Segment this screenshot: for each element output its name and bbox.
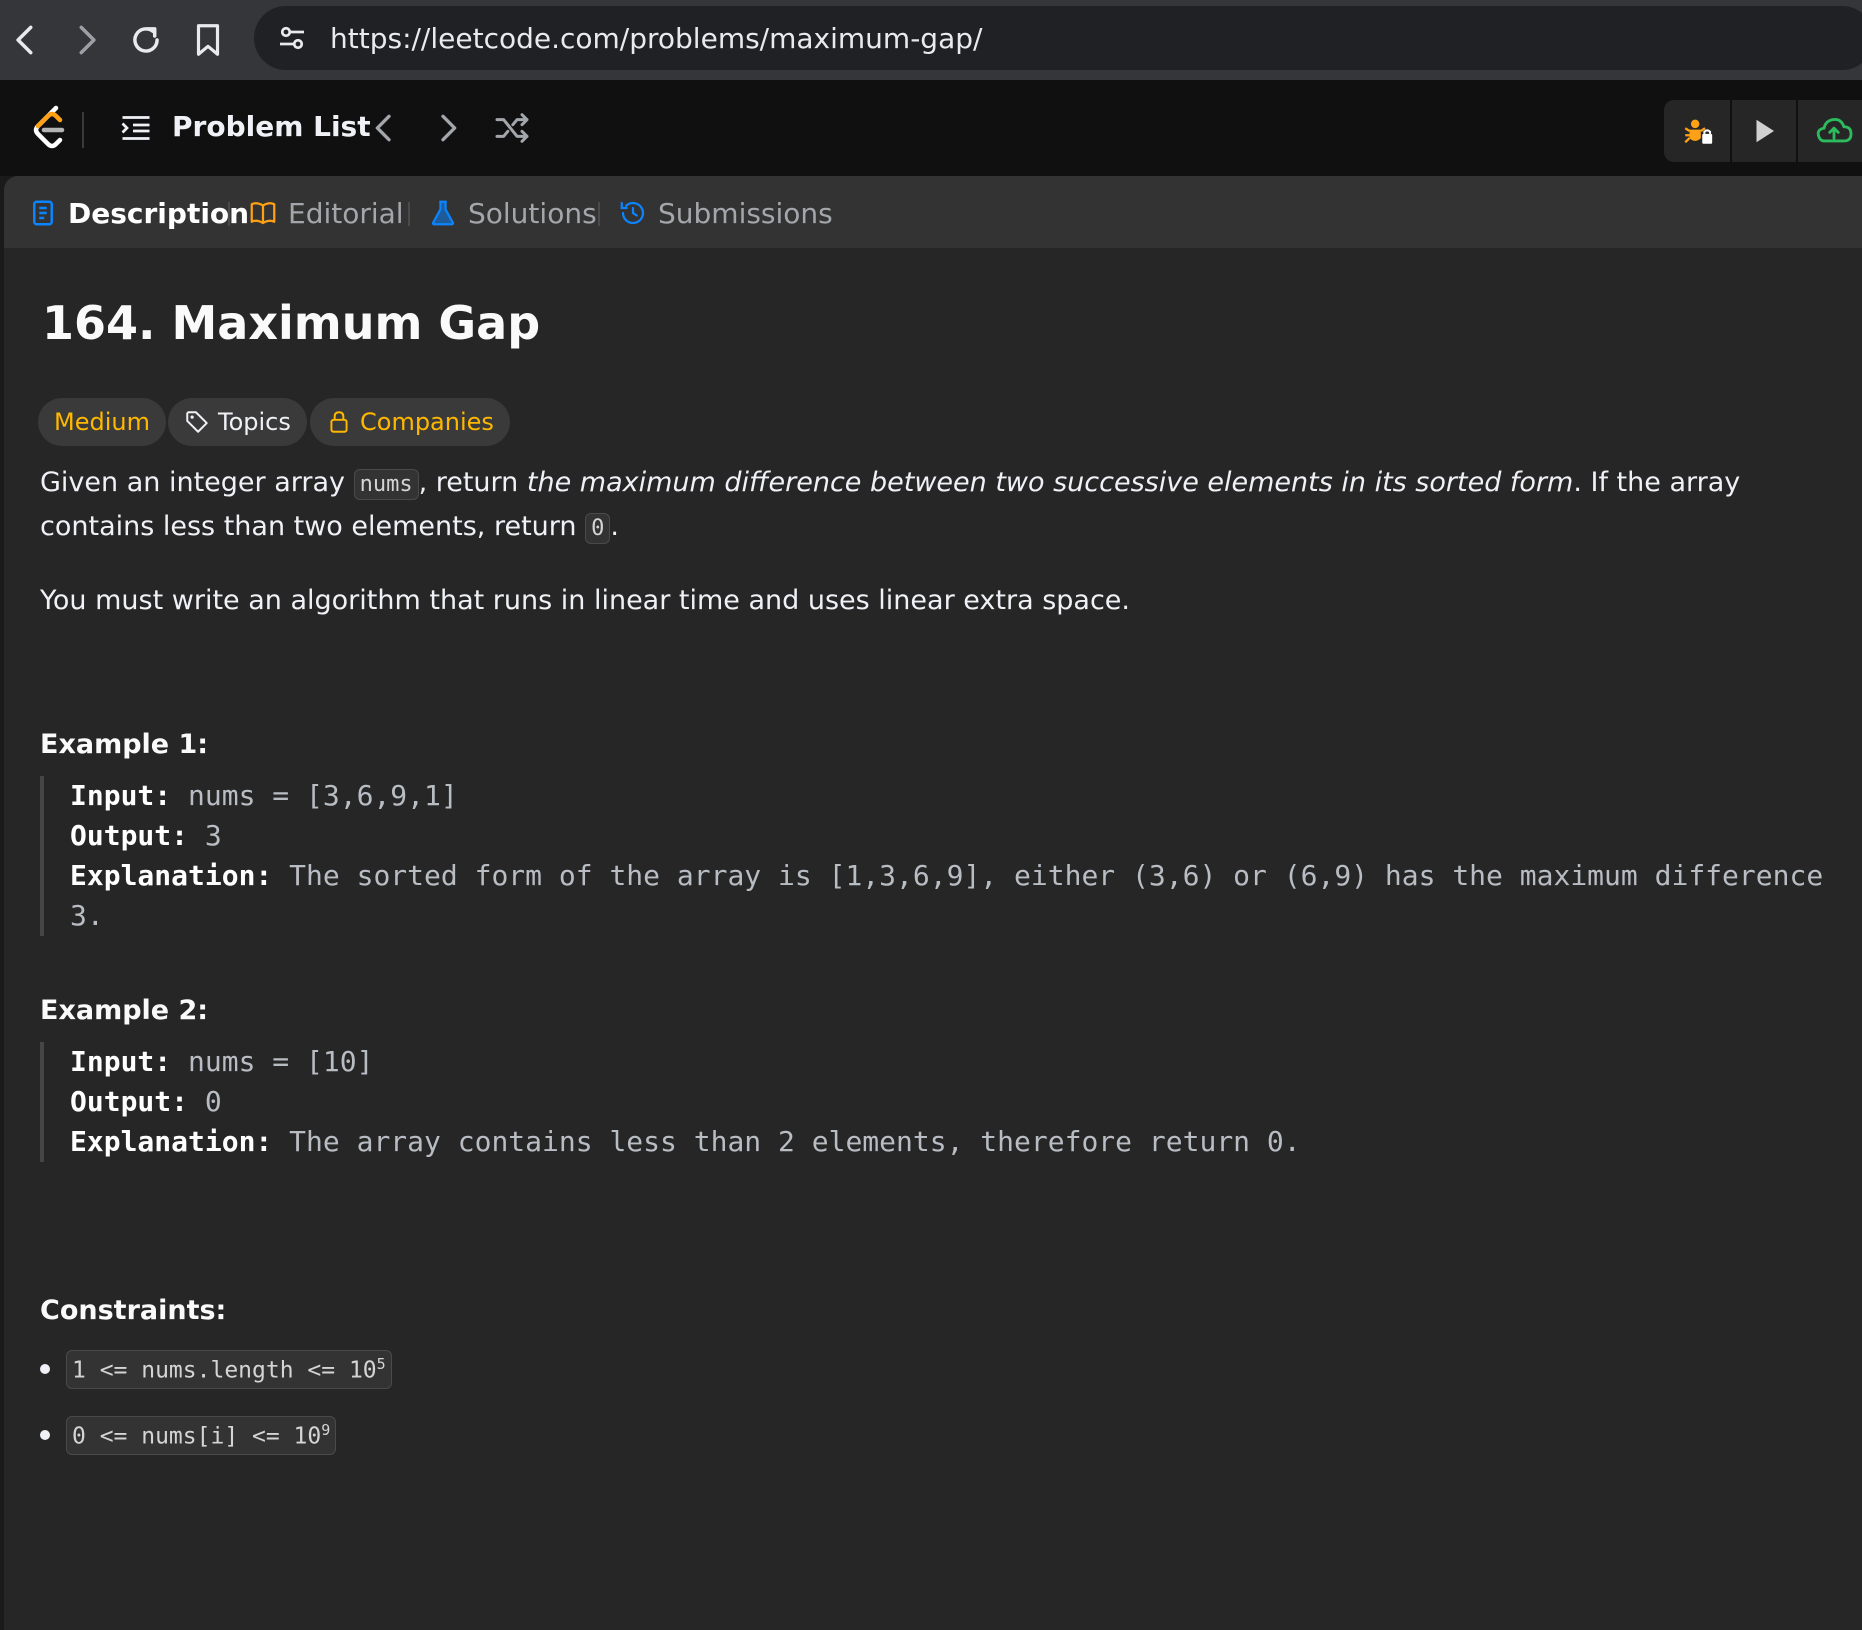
- reload-button[interactable]: [124, 18, 168, 62]
- constraint-item: 0 <= nums[i] <= 109: [40, 1416, 337, 1455]
- problem-description: Given an integer array nums, return the …: [40, 462, 1850, 550]
- book-icon: [250, 202, 276, 225]
- next-icon[interactable]: [428, 108, 468, 148]
- tab-submissions[interactable]: Submissions: [618, 194, 833, 232]
- tab-submissions-label: Submissions: [658, 196, 833, 230]
- topics-label: Topics: [218, 408, 291, 436]
- output-label: Output:: [70, 819, 189, 852]
- desc-emphasis: the maximum difference between two succe…: [526, 467, 1574, 498]
- constraint-code: 1 <= nums.length <= 105: [66, 1350, 392, 1389]
- explanation-value: The sorted form of the array is [1,3,6,9…: [272, 859, 1824, 892]
- difficulty-label: Medium: [54, 408, 150, 436]
- tab-separator: [228, 202, 230, 226]
- address-bar[interactable]: https://leetcode.com/problems/maximum-ga…: [254, 6, 1862, 70]
- tab-separator: [408, 202, 410, 226]
- inline-code: nums: [353, 469, 419, 500]
- back-button[interactable]: [4, 18, 48, 62]
- explanation-label: Explanation:: [70, 859, 273, 892]
- back-icon: [16, 25, 33, 55]
- leetcode-logo[interactable]: [26, 102, 74, 154]
- explanation-continued: 3.: [70, 899, 104, 932]
- tag-icon: [186, 411, 208, 433]
- constraint-exponent: 9: [321, 1421, 331, 1439]
- output-value: 3: [188, 819, 222, 852]
- forward-button[interactable]: [64, 18, 108, 62]
- problem-title[interactable]: 164. Maximum Gap: [42, 296, 540, 350]
- tab-editorial[interactable]: Editorial: [248, 194, 404, 232]
- site-settings-icon[interactable]: [274, 20, 310, 56]
- explanation-label: Explanation:: [70, 1125, 273, 1158]
- output-value: 0: [188, 1085, 222, 1118]
- input-label: Input:: [70, 1045, 172, 1078]
- leetcode-navbar: Problem List: [0, 80, 1862, 176]
- tab-solutions[interactable]: Solutions: [428, 194, 597, 232]
- run-button[interactable]: [1732, 100, 1796, 162]
- inline-code: 0: [585, 513, 611, 544]
- example-1-block: Input: nums = [3,6,9,1] Output: 3 Explan…: [40, 776, 1850, 936]
- problem-requirement: You must write an algorithm that runs in…: [40, 585, 1130, 616]
- flask-icon: [431, 200, 455, 226]
- companies-label: Companies: [360, 408, 494, 436]
- nav-divider: [82, 112, 84, 148]
- action-divider: [1796, 100, 1798, 162]
- debug-button[interactable]: [1666, 100, 1730, 162]
- description-icon: [33, 200, 53, 226]
- desc-text: .: [610, 511, 619, 542]
- desc-text: , return: [418, 467, 527, 498]
- editor-action-group: [1664, 100, 1862, 162]
- input-value: nums = [10]: [171, 1045, 374, 1078]
- difficulty-badge: Medium: [38, 398, 166, 446]
- tab-description-label: Description: [68, 196, 250, 230]
- problem-list-link[interactable]: Problem List: [172, 110, 371, 143]
- constraint-text: 1 <= nums.length <= 10: [72, 1357, 377, 1384]
- bullet: [40, 1430, 50, 1441]
- tab-editorial-label: Editorial: [288, 196, 404, 230]
- constraint-code: 0 <= nums[i] <= 109: [66, 1416, 337, 1455]
- list-icon[interactable]: [118, 110, 154, 146]
- constraint-exponent: 5: [376, 1355, 386, 1373]
- run-icon: [1756, 119, 1774, 143]
- tab-description[interactable]: Description: [28, 194, 249, 232]
- companies-button[interactable]: Companies: [310, 398, 510, 446]
- example-2-heading: Example 2:: [40, 995, 209, 1026]
- submit-cloud-icon: [1816, 118, 1853, 143]
- lock-icon: [330, 411, 348, 433]
- input-label: Input:: [70, 779, 172, 812]
- forward-icon: [79, 25, 96, 55]
- input-value: nums = [3,6,9,1]: [171, 779, 458, 812]
- topics-button[interactable]: Topics: [168, 398, 307, 446]
- tab-separator: [598, 202, 600, 226]
- constraint-item: 1 <= nums.length <= 105: [40, 1350, 392, 1389]
- example-1-heading: Example 1:: [40, 729, 209, 760]
- example-2-block: Input: nums = [10] Output: 0 Explanation…: [40, 1042, 1850, 1162]
- desc-text: Given an integer array: [40, 467, 354, 498]
- panel-tabbar: Description Editorial Solutions Submissi…: [4, 176, 1862, 248]
- output-label: Output:: [70, 1085, 189, 1118]
- constraint-text: 0 <= nums[i] <= 10: [72, 1423, 322, 1450]
- bookmark-icon: [196, 24, 220, 56]
- browser-toolbar: https://leetcode.com/problems/maximum-ga…: [0, 0, 1862, 80]
- description-panel: Description Editorial Solutions Submissi…: [4, 176, 1862, 1630]
- bullet: [40, 1364, 50, 1375]
- tab-solutions-label: Solutions: [468, 196, 597, 230]
- url-text: https://leetcode.com/problems/maximum-ga…: [330, 22, 983, 55]
- shuffle-icon[interactable]: [492, 108, 532, 148]
- reload-icon: [133, 27, 159, 53]
- submit-button[interactable]: [1802, 100, 1862, 162]
- history-icon: [620, 201, 645, 225]
- explanation-value: The array contains less than 2 elements,…: [272, 1125, 1301, 1158]
- debug-icon: [1684, 119, 1713, 144]
- prev-icon[interactable]: [364, 108, 404, 148]
- constraints-heading: Constraints:: [40, 1295, 227, 1326]
- bookmark-button[interactable]: [186, 18, 230, 62]
